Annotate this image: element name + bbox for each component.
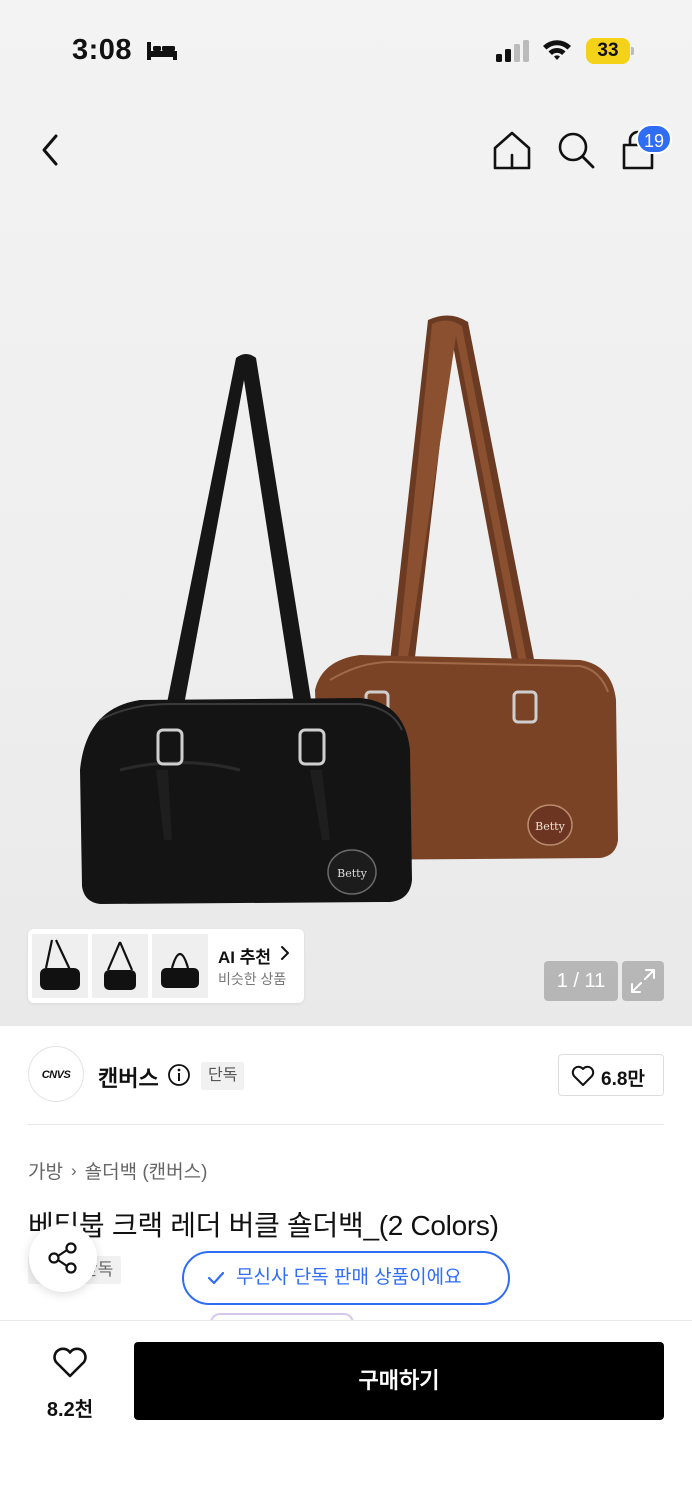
ai-recommend-subtitle: 비슷한 상품	[218, 971, 287, 987]
battery-indicator: 33	[586, 38, 634, 64]
expand-icon	[631, 969, 655, 993]
wishlist-count: 8.2천	[46, 1399, 94, 1421]
status-bar: 3:08 33	[0, 0, 692, 100]
divider	[28, 1124, 664, 1125]
share-icon	[48, 1242, 77, 1274]
expand-image-button[interactable]	[622, 961, 664, 1001]
thumbnail-3[interactable]	[152, 934, 208, 998]
search-icon	[558, 132, 595, 169]
ai-recommend-card[interactable]: AI 추천 비슷한 상품	[28, 929, 304, 1003]
buy-button[interactable]: 구매하기	[134, 1342, 664, 1420]
bed-icon	[147, 42, 177, 60]
toast-text: 무신사 단독 판매 상품이에요	[236, 1267, 462, 1288]
wifi-icon	[543, 40, 571, 60]
brand-like-count: 6.8만	[601, 1069, 645, 1090]
info-icon[interactable]	[167, 1063, 191, 1087]
product-hero: 3:08 33 19 Betty Betty AI 추천 비슷한 상품 1 / …	[0, 0, 692, 1026]
breadcrumb-category[interactable]: 가방	[28, 1157, 63, 1184]
ai-recommend-title: AI 추천	[218, 948, 272, 967]
thumbnail-3-image	[161, 952, 199, 988]
home-button[interactable]	[490, 128, 534, 172]
brand-exclusive-tag: 단독	[201, 1062, 245, 1090]
wishlist-button[interactable]: 8.2천	[30, 1343, 110, 1423]
image-page-counter: 1 / 11	[544, 961, 618, 1001]
cart-count-badge: 19	[636, 124, 673, 154]
home-icon	[493, 131, 531, 170]
svg-text:Betty: Betty	[337, 867, 367, 880]
product-title: 베티붑 크랙 레더 버클 숄더백_(2 Colors)	[28, 1210, 499, 1241]
breadcrumb: 가방 › 숄더백 (캔버스)	[28, 1157, 207, 1184]
heart-icon	[571, 1065, 595, 1086]
status-time: 3:08	[72, 34, 133, 66]
brand-name[interactable]: 캔버스	[98, 1061, 159, 1093]
share-button[interactable]	[29, 1224, 97, 1292]
thumbnail-1-image	[40, 939, 80, 990]
brand-like-button[interactable]: 6.8만	[558, 1054, 664, 1096]
exclusive-toast: 무신사 단독 판매 상품이에요	[182, 1251, 510, 1305]
cart-button[interactable]: 19	[616, 124, 673, 172]
battery-nub	[631, 47, 634, 55]
battery-level: 33	[597, 40, 619, 61]
heart-icon	[53, 1347, 87, 1378]
chevron-right-icon: ›	[70, 1160, 77, 1180]
thumbnail-2[interactable]	[92, 934, 148, 998]
brand-row: CNVS 캔버스 단독 6.8만	[0, 1026, 692, 1126]
search-button[interactable]	[554, 128, 598, 172]
signal-icon	[496, 40, 529, 62]
brand-logo[interactable]: CNVS	[28, 1046, 84, 1102]
breadcrumb-subcategory[interactable]: 숄더백 (캔버스)	[85, 1157, 208, 1184]
thumbnail-2-image	[104, 941, 136, 990]
check-icon	[207, 1271, 225, 1285]
chevron-left-icon	[42, 134, 58, 166]
svg-text:Betty: Betty	[535, 820, 565, 833]
back-button[interactable]	[30, 126, 70, 174]
top-nav: 19	[0, 120, 692, 182]
bottom-action-bar: 8.2천 구매하기	[0, 1320, 692, 1500]
chevron-right-icon	[281, 946, 289, 960]
thumbnail-1[interactable]	[32, 934, 88, 998]
product-image[interactable]: Betty Betty	[60, 300, 640, 920]
